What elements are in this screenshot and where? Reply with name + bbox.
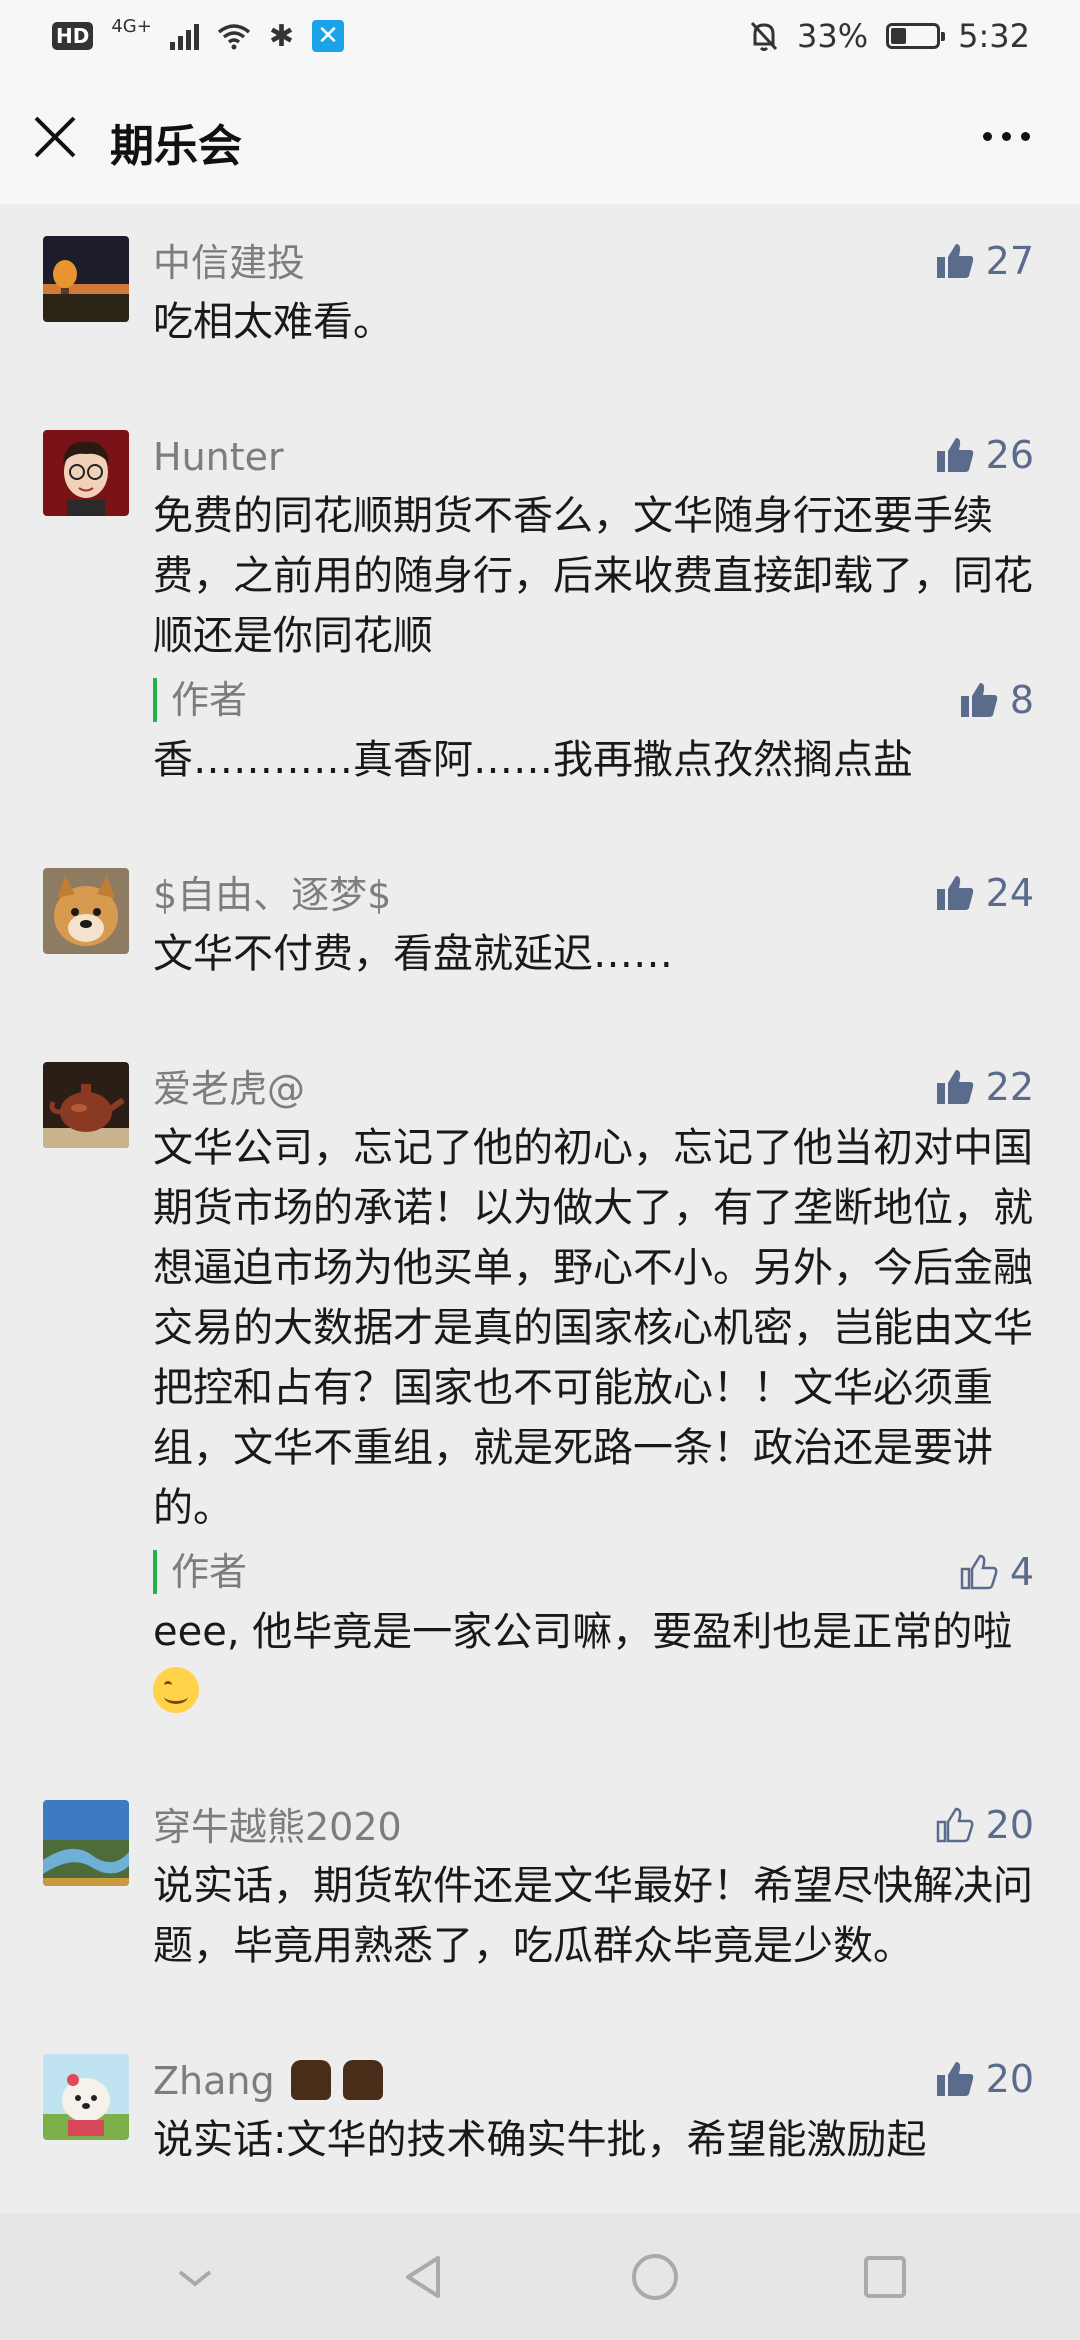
avatar[interactable]: [43, 1800, 129, 1886]
like-button[interactable]: 24: [934, 871, 1034, 915]
status-bar: HD 4G+ ✱ ✕ 33% 5:32: [0, 0, 1080, 72]
like-button[interactable]: 27: [934, 239, 1034, 283]
comment-text: 文华公司，忘记了他的初心，忘记了他当初对中国期货市场的承诺！以为做大了，有了垄断…: [153, 1125, 1033, 1531]
reply-text: eee, 他毕竟是一家公司嘛，要盈利也是正常的啦: [153, 1602, 1034, 1722]
comment-item: 穿牛越熊2020 20 说实话，期货软件还是文华最好！希望尽快解决问题，毕竟用熟…: [0, 1768, 1080, 1976]
wifi-icon: [217, 24, 250, 50]
comment-text: 说实话，期货软件还是文华最好！希望尽快解决问题，毕竟用熟悉了，吃瓜群众毕竟是少数…: [153, 1863, 1033, 1969]
thumbs-up-filled-icon: [936, 876, 973, 910]
comment-item: Zhang 20 说实话:文华的技术确实牛批，希望能激励起: [0, 2022, 1080, 2170]
author-reply: 作者 8 香…………真香阿……我再撒点孜然搁点盐: [153, 678, 1034, 790]
battery-icon: [886, 23, 946, 49]
thumbs-up-outline-icon: [960, 1554, 998, 1590]
thumbs-up-filled-icon: [936, 244, 973, 278]
comment-author[interactable]: $自由、逐梦$: [153, 836, 1034, 926]
like-count: 20: [985, 1803, 1034, 1847]
like-count: 8: [1009, 678, 1034, 722]
comment-list[interactable]: 中信建投 27 吃相太难看。 Hunter 26 免费的同花顺期货不香么，文华随…: [0, 204, 1080, 2214]
system-nav-bar: [0, 2214, 1080, 2340]
back-triangle-icon[interactable]: [398, 2250, 452, 2304]
avatar[interactable]: [43, 236, 129, 322]
thumbs-up-outline-icon: [936, 1807, 974, 1843]
like-button[interactable]: 20: [934, 1803, 1034, 1847]
comment-author-name: Zhang: [153, 2059, 275, 2103]
author-reply: 作者 4 eee, 他毕竟是一家公司嘛，要盈利也是正常的啦: [153, 1550, 1034, 1722]
battery-fill: [891, 28, 907, 44]
avatar[interactable]: [43, 1062, 129, 1148]
home-circle-icon[interactable]: [628, 2250, 682, 2304]
like-count: 27: [985, 239, 1034, 283]
thumbs-up-filled-icon: [936, 2062, 973, 2096]
raised-hands-emoji-icon: [290, 2060, 383, 2100]
comment-text: 说实话:文华的技术确实牛批，希望能激励起: [153, 2117, 927, 2163]
reply-text: 香…………真香阿……我再撒点孜然搁点盐: [153, 737, 913, 783]
reply-author: 作者: [153, 678, 1034, 722]
comment-item: 中信建投 27 吃相太难看。: [0, 204, 1080, 352]
comment-text: 文华不付费，看盘就延迟……: [153, 931, 673, 977]
thumbs-up-filled-icon: [936, 438, 973, 472]
app-x-icon: ✕: [311, 20, 344, 52]
mute-bell-icon: [750, 21, 778, 51]
comment-item: 爱老虎@ 22 文华公司，忘记了他的初心，忘记了他当初对中国期货市场的承诺！以为…: [0, 1030, 1080, 1722]
bluetooth-icon: ✱: [268, 18, 294, 54]
avatar[interactable]: [43, 868, 129, 954]
recents-square-icon[interactable]: [858, 2250, 912, 2304]
more-options-icon[interactable]: [983, 132, 1030, 141]
reply-text-content: eee, 他毕竟是一家公司嘛，要盈利也是正常的啦: [153, 1609, 1013, 1655]
comment-author[interactable]: 中信建投: [153, 204, 1034, 294]
thumbs-up-filled-icon: [960, 683, 998, 717]
like-count: 26: [985, 433, 1034, 477]
like-count: 24: [985, 871, 1034, 915]
reply-like-button[interactable]: 4: [958, 1550, 1034, 1594]
hd-badge: HD: [52, 22, 94, 50]
smile-emoji-icon: [153, 1667, 199, 1713]
comment-author[interactable]: Hunter: [153, 398, 1034, 488]
comment-author[interactable]: 穿牛越熊2020: [153, 1768, 1034, 1858]
like-button[interactable]: 22: [934, 1065, 1034, 1109]
comment-item: Hunter 26 免费的同花顺期货不香么，文华随身行还要手续费，之前用的随身行…: [0, 398, 1080, 790]
close-icon[interactable]: [30, 112, 80, 162]
comment-author[interactable]: Zhang: [153, 2022, 1034, 2112]
like-count: 20: [985, 2057, 1034, 2101]
like-button[interactable]: 20: [934, 2057, 1034, 2101]
battery-percent: 33%: [797, 17, 869, 55]
page-title: 期乐会: [110, 121, 242, 172]
clock: 5:32: [958, 17, 1030, 55]
like-button[interactable]: 26: [934, 433, 1034, 477]
comment-item: $自由、逐梦$ 24 文华不付费，看盘就延迟……: [0, 836, 1080, 984]
like-count: 4: [1009, 1550, 1034, 1594]
title-bar: 期乐会: [0, 72, 1080, 204]
like-count: 22: [985, 1065, 1034, 1109]
reply-author: 作者: [153, 1550, 1034, 1594]
reply-like-button[interactable]: 8: [958, 678, 1034, 722]
avatar[interactable]: [43, 2054, 129, 2140]
comment-author[interactable]: 爱老虎@: [153, 1030, 1034, 1120]
signal-icon: [169, 22, 199, 50]
comment-text: 免费的同花顺期货不香么，文华随身行还要手续费，之前用的随身行，后来收费直接卸载了…: [153, 493, 1033, 659]
comment-text: 吃相太难看。: [153, 299, 393, 345]
chevron-down-icon[interactable]: [168, 2250, 222, 2304]
network-type: 4G+: [111, 15, 152, 37]
avatar[interactable]: [43, 430, 129, 516]
thumbs-up-filled-icon: [936, 1070, 973, 1104]
